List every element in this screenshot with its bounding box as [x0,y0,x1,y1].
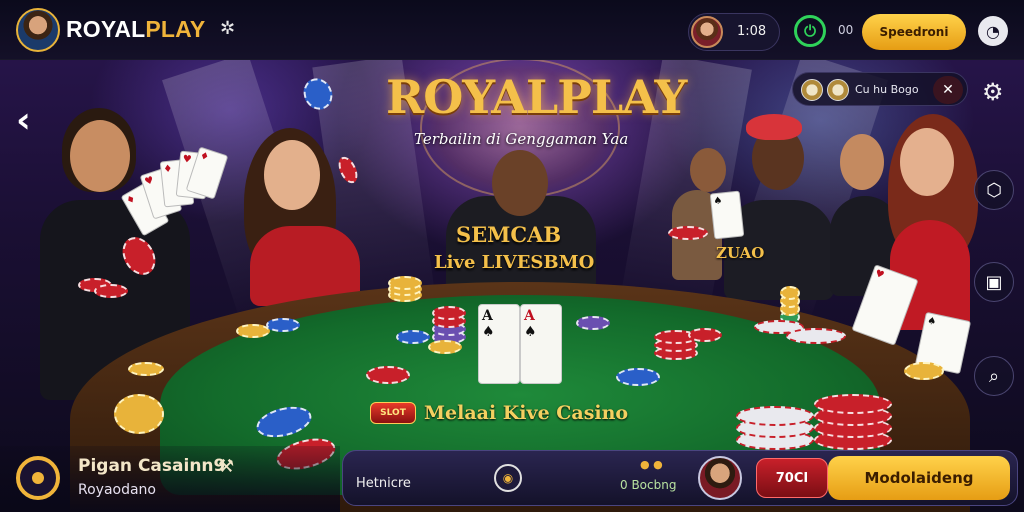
clock-icon [827,79,849,101]
target-icon[interactable]: ◉ [494,464,522,492]
dealer-sign: SEMCAB [456,222,562,247]
casino-name: Pigan Casainn9 [78,456,226,476]
close-icon[interactable]: ✕ [933,76,963,104]
card-rank: A [524,308,535,324]
chip [576,316,610,330]
bet-button[interactable]: 70CI [756,458,828,498]
playing-card-right[interactable]: A ♠ [520,304,562,384]
hero-tagline: Terbailin di Genggaman Yaa [414,130,629,148]
medal-icon: ● ● [640,458,663,471]
casino-logo-icon[interactable] [16,456,60,500]
chip [616,368,660,386]
tools-icon[interactable]: ⚒ [218,456,234,477]
search-button[interactable]: ⌕ [974,356,1014,396]
top-action-button[interactable]: Speedroni [862,14,966,50]
chip [428,340,462,354]
info-panel[interactable]: Cu hu Bogo ✕ [792,72,968,106]
chip [904,362,944,380]
brand-logo: ROYALPLAY [66,16,205,43]
chip [786,328,846,344]
profile-avatar[interactable] [16,8,60,52]
card-rank: A [482,308,493,324]
info-panel-text: Cu hu Bogo [855,83,919,96]
brand-play: PLAY [145,16,206,42]
felt-badge: SLOT [370,402,416,424]
spade-icon: ♠ [482,324,495,340]
chip [396,330,430,344]
gear-icon[interactable]: ⚙ [982,78,1004,106]
balance-pill[interactable]: 1:08 [688,13,780,51]
notification-count: 00 [838,23,854,37]
play-button[interactable]: Modolaideng [828,456,1010,500]
power-icon[interactable]: ⏻ [794,15,826,47]
chip [688,328,722,342]
gift-button[interactable]: ▣ [974,262,1014,302]
spade-icon: ♠ [524,324,537,340]
coin-icon [801,79,823,101]
casino-subtitle: Royaodano [78,482,156,498]
settings-icon[interactable]: ✲ [220,18,235,39]
chip [366,366,410,384]
score-text: 0 Bocbng [620,478,677,492]
felt-label: Melaai Kive Casino [424,402,629,424]
chip [128,362,164,376]
brand-royal: ROYAL [66,16,146,42]
chat-icon[interactable]: ◔ [978,16,1008,46]
bottom-bar-label: Hetnicre [356,476,411,491]
chip [668,226,708,240]
player-tag: ZUAO [716,244,765,262]
balance-value: 1:08 [737,24,767,39]
chip [266,318,300,332]
chip [236,324,270,338]
dealer-subtitle: Live LIVESBMO [434,252,595,273]
balance-avatar [691,16,723,48]
camera-button[interactable]: ⬡ [974,170,1014,210]
back-icon[interactable]: ‹ [16,100,31,141]
hero-title: ROYALPLAY [386,70,687,124]
opponent-avatar[interactable] [698,456,742,500]
chip [114,394,164,434]
playing-card-left[interactable]: A ♠ [478,304,520,384]
